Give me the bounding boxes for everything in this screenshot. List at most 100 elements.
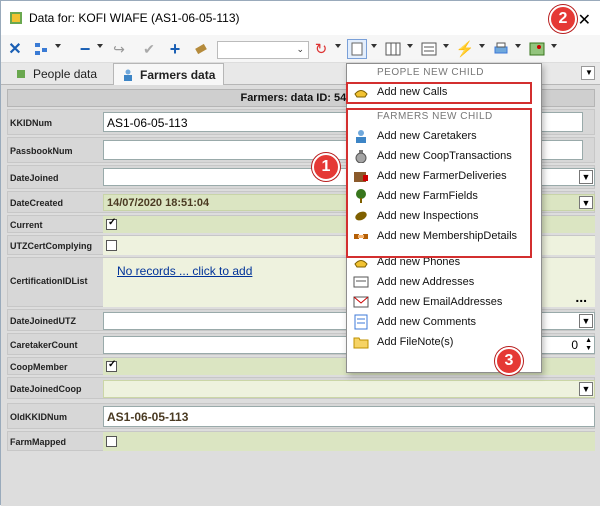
comment-icon bbox=[353, 314, 369, 330]
chevron-down-icon[interactable]: ▼ bbox=[579, 314, 593, 328]
chevron-down-icon[interactable]: ▼ bbox=[579, 170, 593, 184]
window-title: Data for: KOFI WIAFE (AS1-06-05-113) bbox=[29, 11, 240, 25]
phone-icon bbox=[353, 84, 369, 100]
oldkkidnum-field[interactable]: AS1-06-05-113 bbox=[103, 406, 595, 427]
menu-item-add-new-caretakers[interactable]: Add new Caretakers bbox=[347, 126, 541, 146]
refresh-dropdown-icon[interactable] bbox=[335, 44, 341, 50]
box-icon bbox=[353, 168, 369, 184]
print-icon[interactable] bbox=[491, 39, 511, 59]
delete-icon[interactable]: ✕ bbox=[5, 39, 25, 59]
redo-icon[interactable]: ↪ bbox=[109, 39, 129, 59]
toolbar: ✕ − ↪ ✔ + ⌄ ↻ ⚡ bbox=[1, 35, 600, 63]
tab-farmers-data[interactable]: Farmers data bbox=[113, 63, 225, 85]
menu-item-label: Add new MembershipDetails bbox=[377, 230, 518, 242]
handshake-icon bbox=[353, 228, 369, 244]
phone-icon bbox=[353, 254, 369, 270]
field-value: AS1-06-05-113 bbox=[107, 410, 189, 424]
filter-combo[interactable]: ⌄ bbox=[217, 41, 309, 59]
datejoinedcoop-input[interactable]: ▼ bbox=[103, 380, 595, 398]
columns-dropdown-icon[interactable] bbox=[407, 44, 413, 50]
form-dropdown-icon[interactable] bbox=[443, 44, 449, 50]
cocoa-icon bbox=[353, 208, 369, 224]
field-label: CaretakerCount bbox=[10, 340, 78, 350]
form-icon[interactable] bbox=[419, 39, 439, 59]
menu-item-label: Add new Calls bbox=[377, 86, 448, 98]
menu-item-label: Add new Caretakers bbox=[377, 130, 477, 142]
field-label: DateJoinedCoop bbox=[10, 384, 82, 394]
current-checkbox[interactable] bbox=[106, 217, 117, 230]
field-label: FarmMapped bbox=[10, 437, 67, 447]
lightning-icon[interactable]: ⚡ bbox=[455, 39, 475, 59]
lightning-dropdown-icon[interactable] bbox=[479, 44, 485, 50]
data-window: Data for: KOFI WIAFE (AS1-06-05-113) ✕ ✕… bbox=[0, 0, 600, 506]
chevron-down-icon: ▼ bbox=[585, 68, 593, 77]
print-dropdown-icon[interactable] bbox=[515, 44, 521, 50]
refresh-icon[interactable]: ↻ bbox=[311, 39, 331, 59]
field-row: OldKKIDNum AS1-06-05-113 bbox=[7, 403, 595, 429]
add-icon[interactable]: + bbox=[165, 39, 185, 59]
address-icon bbox=[353, 274, 369, 290]
tab-label: Farmers data bbox=[140, 67, 216, 82]
menu-item-add-new-farmerdeliveries[interactable]: Add new FarmerDeliveries bbox=[347, 166, 541, 186]
tree-icon bbox=[353, 188, 369, 204]
field-row: DateJoinedCoop ▼ bbox=[7, 377, 595, 399]
menu-item-label: Add new Phones bbox=[377, 256, 461, 268]
minus-icon[interactable]: − bbox=[75, 39, 95, 59]
person-icon bbox=[353, 128, 369, 144]
menu-item-add-new-cooptransactions[interactable]: Add new CoopTransactions bbox=[347, 146, 541, 166]
field-label: DateJoinedUTZ bbox=[10, 316, 77, 326]
tree-view-dropdown-icon[interactable] bbox=[55, 44, 61, 50]
tab-people-data[interactable]: People data bbox=[7, 63, 105, 85]
close-icon[interactable]: ✕ bbox=[578, 10, 591, 30]
add-certification-link[interactable]: No records ... click to add bbox=[117, 264, 252, 278]
folder-icon bbox=[353, 334, 369, 350]
field-row: FarmMapped bbox=[7, 431, 595, 451]
spinner-arrows-icon[interactable]: ▲ ▼ bbox=[585, 337, 592, 353]
app-icon bbox=[10, 12, 22, 24]
map-icon[interactable] bbox=[527, 39, 547, 59]
field-value: 0 bbox=[571, 338, 578, 352]
menu-item-label: Add new EmailAddresses bbox=[377, 296, 503, 308]
menu-item-label: Add new CoopTransactions bbox=[377, 150, 512, 162]
menu-item-add-new-emailaddresses[interactable]: Add new EmailAddresses bbox=[347, 292, 541, 312]
farmmapped-checkbox[interactable] bbox=[106, 436, 117, 447]
menu-item-add-new-inspections[interactable]: Add new Inspections bbox=[347, 206, 541, 226]
menu-item-add-new-addresses[interactable]: Add new Addresses bbox=[347, 272, 541, 292]
menu-item-add-new-membershipdetails[interactable]: Add new MembershipDetails bbox=[347, 226, 541, 246]
columns-icon[interactable] bbox=[383, 39, 403, 59]
tree-view-icon[interactable] bbox=[31, 39, 51, 59]
new-document-icon[interactable] bbox=[347, 39, 367, 59]
title-bar: Data for: KOFI WIAFE (AS1-06-05-113) ✕ bbox=[1, 1, 600, 35]
chevron-down-icon: ⌄ bbox=[296, 44, 304, 54]
tab-overflow-button[interactable]: ▼ bbox=[581, 66, 595, 80]
menu-section-header: PEOPLE NEW CHILD bbox=[377, 67, 484, 78]
coopmember-checkbox[interactable] bbox=[106, 359, 117, 372]
field-label: UTZCertComplying bbox=[10, 241, 92, 251]
field-label: CoopMember bbox=[10, 362, 68, 372]
field-label: PassbookNum bbox=[10, 146, 73, 156]
annotation-badge-3: 3 bbox=[495, 347, 523, 375]
farmmapped-field-bg bbox=[103, 432, 595, 451]
email-icon bbox=[353, 294, 369, 310]
eraser-icon[interactable] bbox=[191, 39, 211, 59]
utzcertcomplying-checkbox[interactable] bbox=[106, 240, 117, 251]
new-document-dropdown-icon[interactable] bbox=[371, 44, 377, 50]
menu-item-add-new-farmfields[interactable]: Add new FarmFields bbox=[347, 186, 541, 206]
menu-item-label: Add new FarmFields bbox=[377, 190, 478, 202]
annotation-badge-2: 2 bbox=[549, 5, 577, 33]
menu-item-label: Add new Inspections bbox=[377, 210, 479, 222]
field-value: 14/07/2020 18:51:04 bbox=[107, 197, 210, 209]
chevron-down-icon[interactable]: ▼ bbox=[579, 382, 593, 396]
field-label: OldKKIDNum bbox=[10, 412, 67, 422]
map-dropdown-icon[interactable] bbox=[551, 44, 557, 50]
menu-item-add-new-calls[interactable]: Add new Calls bbox=[347, 82, 541, 102]
field-label: CertificationIDList bbox=[10, 276, 88, 286]
minus-dropdown-icon[interactable] bbox=[97, 44, 103, 50]
menu-item-add-new-comments[interactable]: Add new Comments bbox=[347, 312, 541, 332]
field-label: DateCreated bbox=[10, 198, 64, 208]
person-icon bbox=[17, 70, 25, 78]
more-options-icon[interactable]: ... bbox=[575, 289, 587, 305]
menu-item-add-new-phones[interactable]: Add new Phones bbox=[347, 252, 541, 272]
check-icon[interactable]: ✔ bbox=[139, 39, 159, 59]
chevron-down-icon[interactable]: ▼ bbox=[579, 196, 593, 209]
